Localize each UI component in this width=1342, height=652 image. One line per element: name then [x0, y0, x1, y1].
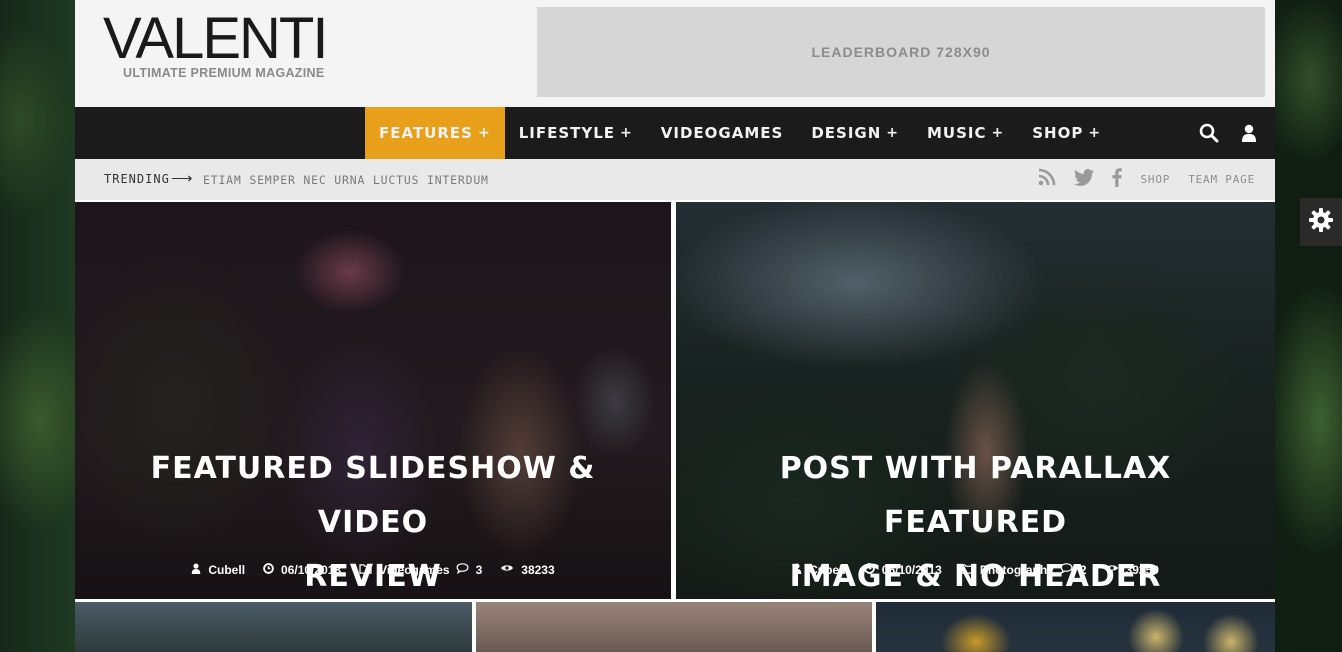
plus-icon: +	[991, 125, 1005, 141]
post-meta: Cubell 06/10/2013 Videogames 3 38233	[75, 562, 671, 577]
nav-item-features[interactable]: FEATURES +	[365, 107, 505, 159]
featured-post[interactable]: FEATURED SLIDESHOW & VIDEO REVIEW Cubell…	[75, 202, 671, 599]
post-thumbnail[interactable]	[75, 602, 472, 652]
folder-icon	[359, 563, 372, 577]
nav-item-music[interactable]: MUSIC +	[913, 107, 1018, 159]
category-link[interactable]: Photography	[980, 563, 1054, 577]
title-line: FEATURED SLIDESHOW & VIDEO	[150, 451, 596, 540]
post-thumbnail[interactable]	[876, 602, 1275, 652]
post-thumbnail[interactable]	[476, 602, 872, 652]
nav-icons	[1199, 107, 1257, 159]
site-header: VALENTI ULTIMATE PREMIUM MAGAZINE LEADER…	[75, 0, 1275, 107]
title-line: POST WITH PARALLAX FEATURED	[779, 451, 1172, 540]
post-date: 06/10/2013	[281, 562, 342, 577]
search-icon[interactable]	[1199, 123, 1219, 143]
featured-post[interactable]: POST WITH PARALLAX FEATURED IMAGE & NO H…	[676, 202, 1275, 599]
user-icon[interactable]	[1241, 124, 1257, 142]
twitter-icon[interactable]	[1074, 168, 1095, 191]
post-meta: Cubell 06/10/2013 Photography 2 39259	[676, 562, 1275, 577]
clock-icon	[863, 562, 875, 577]
post-date: 06/10/2013	[881, 562, 942, 577]
plus-icon: +	[620, 125, 633, 141]
trending-headline-link[interactable]: ETIAM SEMPER NEC URNA LUCTUS INTERDUM	[203, 173, 489, 187]
facebook-icon[interactable]	[1112, 167, 1123, 192]
clock-icon	[263, 562, 274, 577]
nav-menu: FEATURES + LIFESTYLE + VIDEOGAMES DESIGN…	[365, 107, 1115, 159]
plus-icon: +	[1088, 125, 1102, 141]
category-link[interactable]: Videogames	[379, 563, 449, 577]
user-icon	[191, 562, 201, 577]
author-link[interactable]: Cubell	[809, 563, 846, 577]
arrow-right-icon: ⟶	[171, 170, 193, 187]
leaderboard-ad[interactable]: LEADERBOARD 728X90	[537, 7, 1265, 97]
comment-icon	[1060, 562, 1073, 577]
folder-icon	[960, 563, 973, 577]
settings-tab[interactable]	[1300, 198, 1342, 246]
nav-item-videogames[interactable]: VIDEOGAMES	[647, 107, 798, 159]
user-icon	[792, 562, 802, 577]
page-container: VALENTI ULTIMATE PREMIUM MAGAZINE LEADER…	[75, 0, 1275, 652]
site-logo[interactable]: VALENTI ULTIMATE PREMIUM MAGAZINE	[103, 6, 353, 81]
gear-icon	[1308, 207, 1334, 238]
rss-icon[interactable]	[1038, 168, 1056, 191]
nav-item-label: VIDEOGAMES	[660, 124, 784, 142]
view-count: 38233	[521, 562, 555, 577]
nav-item-label: MUSIC	[927, 124, 987, 142]
nav-item-label: SHOP	[1032, 124, 1084, 142]
logo-title: VALENTI	[103, 6, 328, 71]
nav-item-design[interactable]: DESIGN +	[797, 107, 913, 159]
trending-bar: TRENDING ⟶ ETIAM SEMPER NEC URNA LUCTUS …	[75, 159, 1275, 200]
trending-label: TRENDING	[104, 172, 170, 186]
comment-count[interactable]: 3	[476, 563, 483, 577]
shop-link[interactable]: SHOP	[1140, 173, 1170, 186]
plus-icon: +	[477, 125, 491, 141]
author-link[interactable]: Cubell	[208, 563, 245, 577]
comment-count[interactable]: 2	[1080, 563, 1087, 577]
leaderboard-label: LEADERBOARD 728X90	[811, 44, 991, 60]
trending-links: SHOP TEAM PAGE	[1038, 159, 1255, 200]
comment-icon	[456, 562, 469, 577]
plus-icon: +	[886, 125, 899, 141]
nav-item-label: DESIGN	[811, 124, 882, 142]
eye-icon	[500, 563, 514, 576]
team-page-link[interactable]: TEAM PAGE	[1188, 173, 1255, 186]
nav-item-shop[interactable]: SHOP +	[1018, 107, 1115, 159]
eye-icon	[1105, 563, 1119, 576]
main-nav: FEATURES + LIFESTYLE + VIDEOGAMES DESIGN…	[75, 107, 1275, 159]
nav-item-lifestyle[interactable]: LIFESTYLE +	[505, 107, 647, 159]
view-count: 39259	[1125, 562, 1159, 577]
nav-item-label: LIFESTYLE	[518, 124, 616, 142]
nav-item-label: FEATURES	[379, 124, 473, 142]
